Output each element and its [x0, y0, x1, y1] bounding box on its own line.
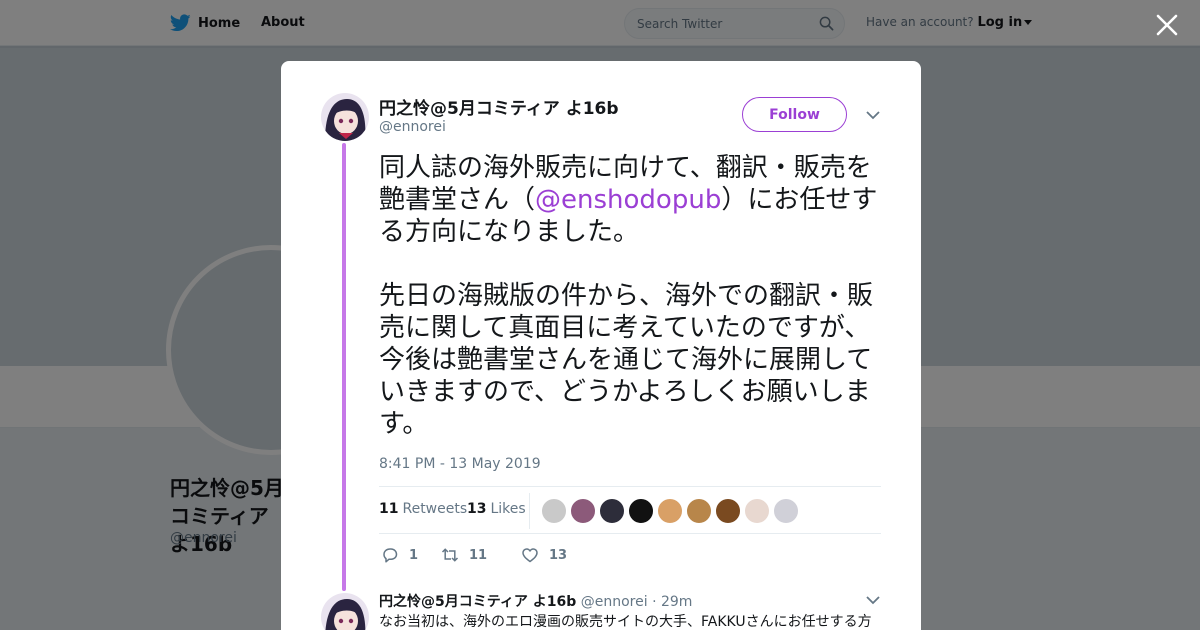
close-icon[interactable]: [1154, 12, 1180, 38]
likes-label: Likes: [490, 501, 526, 517]
liker-avatar[interactable]: [715, 498, 741, 524]
chevron-down-icon[interactable]: [866, 596, 880, 605]
reply-author-handle[interactable]: @ennorei: [581, 594, 648, 610]
retweets-count: 11: [379, 501, 399, 517]
liker-avatar[interactable]: [599, 498, 625, 524]
reply-separator: ·: [652, 594, 657, 610]
liker-avatar[interactable]: [628, 498, 654, 524]
tweet-timestamp[interactable]: 8:41 PM - 13 May 2019: [379, 456, 541, 472]
like-count: 13: [549, 547, 568, 563]
tweet-stats: 11 Retweets 13 Likes: [379, 486, 881, 534]
stats-divider: [529, 493, 530, 529]
follow-button[interactable]: Follow: [742, 97, 847, 132]
tweet-text: 同人誌の海外販売に向けて、翻訳・販売を艶書堂さん（@enshodopub）にお任…: [379, 152, 889, 440]
thread-line: [342, 143, 346, 591]
retweet-count: 11: [469, 547, 488, 563]
retweet-icon: [441, 548, 459, 562]
author-avatar[interactable]: [321, 93, 369, 141]
liker-avatar[interactable]: [657, 498, 683, 524]
reply-count: 1: [409, 547, 419, 563]
liker-avatar[interactable]: [744, 498, 770, 524]
retweets-label: Retweets: [402, 501, 468, 517]
likes-count: 13: [467, 501, 487, 517]
mention-link[interactable]: @enshodopub: [535, 185, 721, 215]
liker-avatar[interactable]: [686, 498, 712, 524]
avatar-illustration-icon: [321, 593, 369, 630]
heart-icon: [522, 548, 538, 563]
reply-icon: [383, 548, 398, 563]
liker-avatar[interactable]: [773, 498, 799, 524]
reply-header: 円之怜@5月コミティア よ16b @ennorei · 29m: [379, 591, 692, 611]
reply-author-name[interactable]: 円之怜@5月コミティア よ16b: [379, 594, 576, 610]
reply-button[interactable]: 1: [381, 545, 418, 565]
like-button[interactable]: 13: [521, 545, 567, 565]
tweet-paragraph-1: 同人誌の海外販売に向けて、翻訳・販売を艶書堂さん（@enshodopub）にお任…: [379, 152, 889, 248]
reply-time[interactable]: 29m: [661, 594, 692, 610]
tweet-paragraph-2: 先日の海賊版の件から、海外での翻訳・販売に関して真面目に考えていたのですが、今後…: [379, 281, 874, 439]
reply-text: なお当初は、海外のエロ漫画の販売サイトの大手、FAKKUさんにお任せする方: [379, 614, 872, 630]
chevron-down-icon[interactable]: [866, 111, 880, 120]
liker-avatar[interactable]: [570, 498, 596, 524]
author-handle[interactable]: @ennorei: [379, 119, 446, 135]
likes-stat[interactable]: 13 Likes: [467, 501, 526, 517]
avatar-illustration-icon: [321, 93, 369, 141]
tweet-modal: 円之怜@5月コミティア よ16b @ennorei Follow 同人誌の海外販…: [281, 61, 921, 630]
reply-author-avatar[interactable]: [321, 593, 369, 630]
retweet-button[interactable]: 11: [441, 545, 487, 565]
tweet-actions: 1 11 13: [381, 545, 881, 567]
liker-avatar[interactable]: [541, 498, 567, 524]
author-name[interactable]: 円之怜@5月コミティア よ16b: [379, 94, 619, 119]
retweets-stat[interactable]: 11 Retweets: [379, 501, 467, 517]
